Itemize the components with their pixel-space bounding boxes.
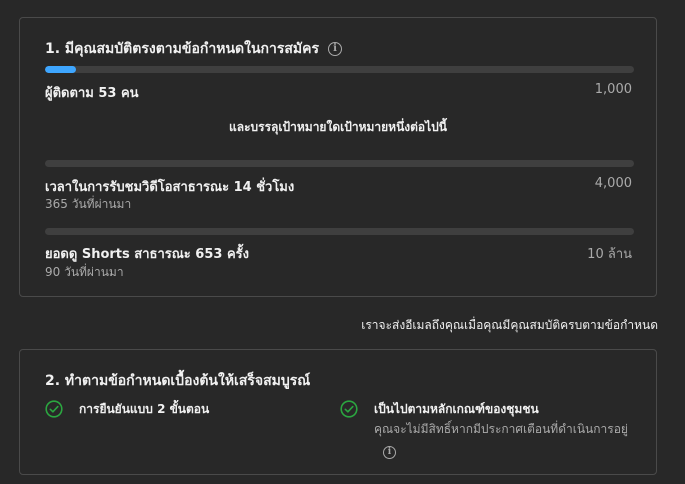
subscribers-target: 1,000 [594, 82, 632, 97]
prerequisites-card: 2. ทำตามข้อกำหนดเบื้องต้นให้เสร็จสมบูรณ์… [19, 349, 657, 475]
shorts-progress-bar [45, 228, 634, 235]
eligibility-title-text: 1. มีคุณสมบัติตรงตามข้อกำหนดในการสมัคร [45, 41, 320, 57]
watch-time-progress-bar [45, 160, 634, 167]
eligibility-title: 1. มีคุณสมบัติตรงตามข้อกำหนดในการสมัคร i [45, 38, 343, 60]
check-circle-icon [340, 400, 358, 418]
watch-time-label: เวลาในการรับชมวิดีโอสาธารณะ 14 ชั่วโมง [45, 180, 295, 195]
shorts-views-period: 90 วันที่ผ่านมา [45, 265, 124, 279]
info-icon[interactable]: i [383, 446, 396, 459]
check-circle-icon [45, 400, 63, 418]
prerequisites-title: 2. ทำตามข้อกำหนดเบื้องต้นให้เสร็จสมบูรณ์ [45, 373, 311, 389]
requirement-community-guidelines: เป็นไปตามหลักเกณฑ์ของชุมชน คุณจะไม่มีสิท… [340, 400, 628, 459]
requirement-community-guidelines-label: เป็นไปตามหลักเกณฑ์ของชุมชน [374, 402, 539, 416]
watch-time-period: 365 วันที่ผ่านมา [45, 197, 132, 211]
subscribers-label: ผู้ติดตาม 53 คน [45, 86, 139, 101]
subscribers-progress-fill [45, 66, 77, 73]
requirement-2sv: การยืนยันแบบ 2 ขั้นตอน [45, 400, 209, 418]
requirement-2sv-label: การยืนยันแบบ 2 ขั้นตอน [79, 402, 210, 416]
info-icon[interactable]: i [328, 42, 343, 56]
requirement-community-guidelines-sub: คุณจะไม่มีสิทธิ์หากมีประกาศเตือนที่ดำเนิ… [374, 422, 628, 436]
shorts-views-label: ยอดดู Shorts สาธารณะ 653 ครั้ง [45, 247, 249, 262]
shorts-views-target: 10 ล้าน [587, 247, 632, 262]
email-notice: เราจะส่งอีเมลถึงคุณเมื่อคุณมีคุณสมบัติคร… [361, 318, 658, 332]
eligibility-card: 1. มีคุณสมบัติตรงตามข้อกำหนดในการสมัคร i… [19, 17, 657, 297]
subscribers-progress-bar [45, 66, 634, 73]
alternatives-text: และบรรลุเป้าหมายใดเป้าหมายหนึ่งต่อไปนี้ [229, 120, 447, 134]
watch-time-target: 4,000 [594, 176, 632, 191]
